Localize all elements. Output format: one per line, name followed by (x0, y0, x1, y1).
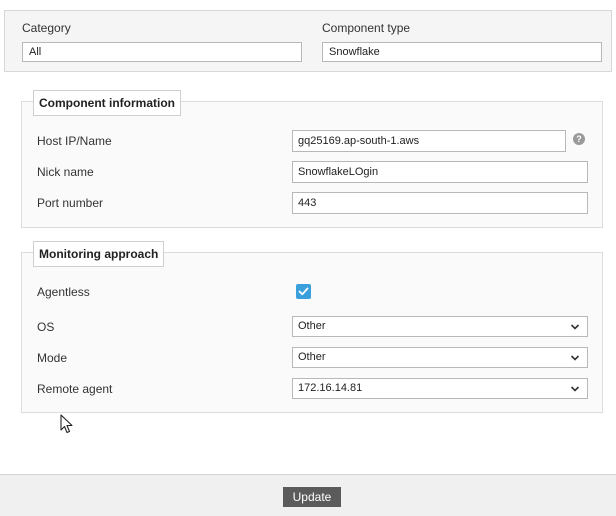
category-field[interactable]: All (22, 42, 302, 62)
footer-bar: Update (0, 474, 616, 516)
port-number-input[interactable]: 443 (292, 192, 588, 214)
os-select-value: Other (298, 320, 326, 332)
category-label: Category (22, 21, 71, 35)
monitoring-approach-legend: Monitoring approach (33, 241, 165, 267)
chevron-down-icon (570, 355, 580, 361)
remote-agent-label: Remote agent (37, 382, 113, 396)
mode-label: Mode (37, 351, 68, 365)
monitoring-approach-section: Monitoring approach Agentless OS Other M… (21, 241, 603, 413)
component-information-legend: Component information (33, 90, 181, 116)
agentless-label: Agentless (37, 285, 90, 299)
port-number-label: Port number (37, 196, 104, 210)
agentless-checkbox[interactable] (296, 284, 311, 299)
help-icon[interactable]: ? (573, 133, 585, 145)
host-input[interactable]: gq25169.ap-south-1.aws (292, 130, 566, 152)
remote-agent-select[interactable]: 172.16.14.81 (292, 378, 588, 399)
mode-select[interactable]: Other (292, 347, 588, 368)
mode-select-value: Other (298, 351, 326, 363)
host-label: Host IP/Name (37, 134, 112, 148)
component-type-field[interactable]: Snowflake (322, 42, 602, 62)
remote-agent-select-value: 172.16.14.81 (298, 382, 363, 394)
component-type-label: Component type (322, 21, 411, 35)
nick-name-input[interactable]: SnowflakeLOgin (292, 161, 588, 183)
os-select[interactable]: Other (292, 316, 588, 337)
chevron-down-icon (570, 324, 580, 330)
checkmark-icon (298, 287, 309, 296)
component-information-section: Component information Host IP/Name gq251… (21, 90, 603, 228)
nick-name-label: Nick name (37, 165, 94, 179)
mouse-pointer-icon (60, 414, 73, 434)
os-label: OS (37, 320, 55, 334)
chevron-down-icon (570, 386, 580, 392)
update-button[interactable]: Update (283, 487, 341, 507)
top-filter-bar: Category All Component type Snowflake (4, 10, 612, 72)
